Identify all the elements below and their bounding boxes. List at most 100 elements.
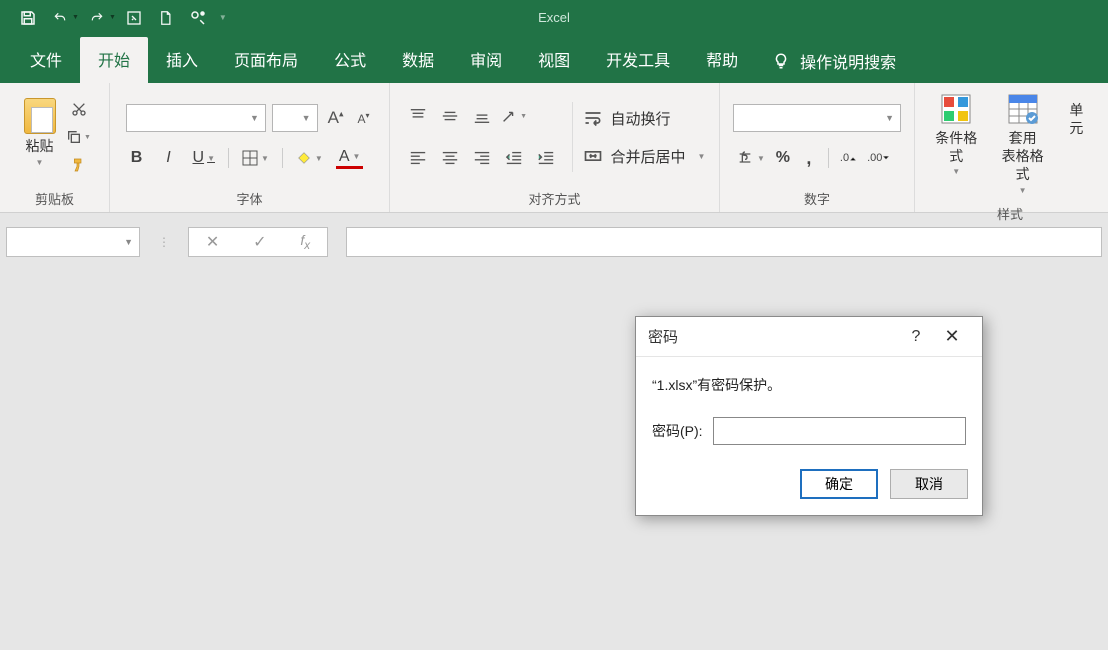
customize-qat-icon[interactable]: ▼ [216, 4, 230, 32]
paste-button[interactable]: 粘贴 ▼ [18, 98, 62, 176]
font-color-button[interactable]: A▼ [336, 148, 364, 169]
chevron-down-icon: ▼ [757, 154, 765, 163]
align-left-button[interactable] [404, 144, 432, 172]
group-font: ▼ ▼ A▴ A▾ B I U▼ ▼ ▼ A▼ 字体 [110, 83, 390, 212]
tell-me-label: 操作说明搜索 [800, 49, 896, 73]
number-format-combo[interactable]: ▼ [733, 104, 901, 132]
fill-color-button[interactable]: ▼ [293, 146, 326, 170]
increase-indent-button[interactable] [532, 144, 560, 172]
conditional-formatting-button[interactable]: 条件格式 ▼ [931, 93, 981, 196]
format-painter-button[interactable] [66, 154, 92, 176]
table-format-label: 套用 表格格式 [997, 129, 1047, 184]
align-bottom-button[interactable] [468, 102, 496, 130]
cancel-formula-button[interactable]: ✕ [206, 232, 219, 252]
orientation-button[interactable]: ▼ [500, 102, 528, 130]
ok-button[interactable]: 确定 [800, 469, 878, 499]
italic-button[interactable]: I [158, 146, 180, 170]
underline-button[interactable]: U▼ [190, 146, 218, 170]
merge-label: 合并后居中 [611, 146, 686, 167]
increase-font-button[interactable]: A▴ [324, 108, 348, 128]
percent-button[interactable]: % [772, 146, 794, 170]
accounting-format-button[interactable]: ▼ [733, 146, 768, 170]
copy-button[interactable]: ▼ [66, 126, 92, 148]
decrease-indent-button[interactable] [500, 144, 528, 172]
tab-page-layout[interactable]: 页面布局 [216, 37, 316, 83]
cancel-button[interactable]: 取消 [890, 469, 968, 499]
formula-buttons: ✕ ✓ fx [188, 227, 328, 257]
dialog-titlebar[interactable]: 密码 ? ✕ [636, 317, 982, 357]
cond-format-label: 条件格式 [931, 129, 981, 165]
redo-icon [83, 4, 111, 32]
close-button[interactable]: ✕ [934, 326, 970, 347]
chevron-down-icon: ▼ [353, 152, 361, 161]
password-input[interactable] [713, 417, 966, 445]
decrease-decimal-button[interactable]: .00 [864, 146, 893, 170]
align-middle-button[interactable] [436, 102, 464, 130]
group-styles-label: 样式 [921, 200, 1099, 225]
tab-view[interactable]: 视图 [520, 37, 588, 83]
redo-button[interactable]: ▼ [83, 4, 116, 32]
chevron-down-icon: ▼ [250, 113, 259, 123]
group-alignment: ▼ 自动换行 [390, 83, 720, 212]
tab-formulas[interactable]: 公式 [316, 37, 384, 83]
fullscreen-icon[interactable] [120, 4, 148, 32]
formula-input[interactable] [346, 227, 1102, 257]
chevron-down-icon: ▼ [315, 154, 323, 163]
font-size-combo[interactable]: ▼ [272, 104, 318, 132]
font-family-combo[interactable]: ▼ [126, 104, 266, 132]
bold-button[interactable]: B [126, 146, 148, 170]
help-button[interactable]: ? [898, 328, 934, 346]
border-button[interactable]: ▼ [239, 146, 272, 170]
tab-help[interactable]: 帮助 [688, 37, 756, 83]
chevron-down-icon: ▼ [885, 113, 894, 123]
wrap-text-button[interactable]: 自动换行 [583, 102, 706, 134]
group-clipboard-label: 剪贴板 [6, 185, 103, 210]
separator [282, 148, 283, 168]
cut-button[interactable] [66, 98, 92, 120]
group-clipboard: 粘贴 ▼ ▼ 剪贴板 [0, 83, 110, 212]
tab-review[interactable]: 审阅 [452, 37, 520, 83]
format-as-table-button[interactable]: 套用 表格格式 ▼ [997, 93, 1047, 196]
chevron-down-icon: ▼ [109, 14, 116, 21]
chevron-down-icon: ▼ [18, 158, 62, 167]
title-bar: ▼ ▼ ▼ Excel [0, 0, 1108, 35]
merge-icon [583, 146, 603, 166]
tab-developer[interactable]: 开发工具 [588, 37, 688, 83]
merge-center-button[interactable]: 合并后居中 ▼ [583, 140, 706, 172]
align-center-button[interactable] [436, 144, 464, 172]
tab-file[interactable]: 文件 [12, 37, 80, 83]
password-field-label: 密码(P): [652, 421, 703, 441]
save-icon[interactable] [14, 4, 42, 32]
tab-insert[interactable]: 插入 [148, 37, 216, 83]
increase-decimal-button[interactable]: .0 [837, 146, 860, 170]
tell-me-search[interactable]: 操作说明搜索 [756, 39, 912, 83]
ribbon-tabs: 文件 开始 插入 页面布局 公式 数据 审阅 视图 开发工具 帮助 操作说明搜索 [0, 35, 1108, 83]
decrease-font-button[interactable]: A▾ [353, 111, 373, 126]
name-box[interactable]: ▼ [6, 227, 140, 257]
insert-function-button[interactable]: fx [300, 232, 310, 252]
enter-formula-button[interactable]: ✓ [253, 232, 266, 252]
password-dialog: 密码 ? ✕ “1.xlsx”有密码保护。 密码(P): 确定 取消 [635, 316, 983, 516]
tab-data[interactable]: 数据 [384, 37, 452, 83]
align-top-button[interactable] [404, 102, 432, 130]
dialog-title: 密码 [648, 326, 678, 347]
cell-styles-button[interactable]: 单元 [1064, 93, 1089, 196]
group-styles: 条件格式 ▼ 套用 表格格式 ▼ 单元 样式 [915, 83, 1105, 212]
undo-icon [46, 4, 74, 32]
undo-button[interactable]: ▼ [46, 4, 79, 32]
chevron-down-icon: ▼ [302, 113, 311, 123]
conditional-format-icon [940, 93, 972, 125]
group-font-label: 字体 [116, 185, 383, 210]
tab-home[interactable]: 开始 [80, 37, 148, 83]
separator: ⋮ [158, 235, 170, 249]
lightbulb-icon [772, 52, 790, 70]
chevron-down-icon: ▼ [952, 167, 960, 177]
dialog-message: “1.xlsx”有密码保护。 [652, 375, 966, 395]
app-title: Excel [538, 10, 570, 25]
align-right-button[interactable] [468, 144, 496, 172]
new-file-icon[interactable] [152, 4, 180, 32]
chevron-down-icon: ▼ [261, 154, 269, 163]
comma-button[interactable]: , [798, 146, 820, 170]
wrap-label: 自动换行 [611, 108, 671, 129]
touch-mode-icon[interactable] [184, 4, 212, 32]
